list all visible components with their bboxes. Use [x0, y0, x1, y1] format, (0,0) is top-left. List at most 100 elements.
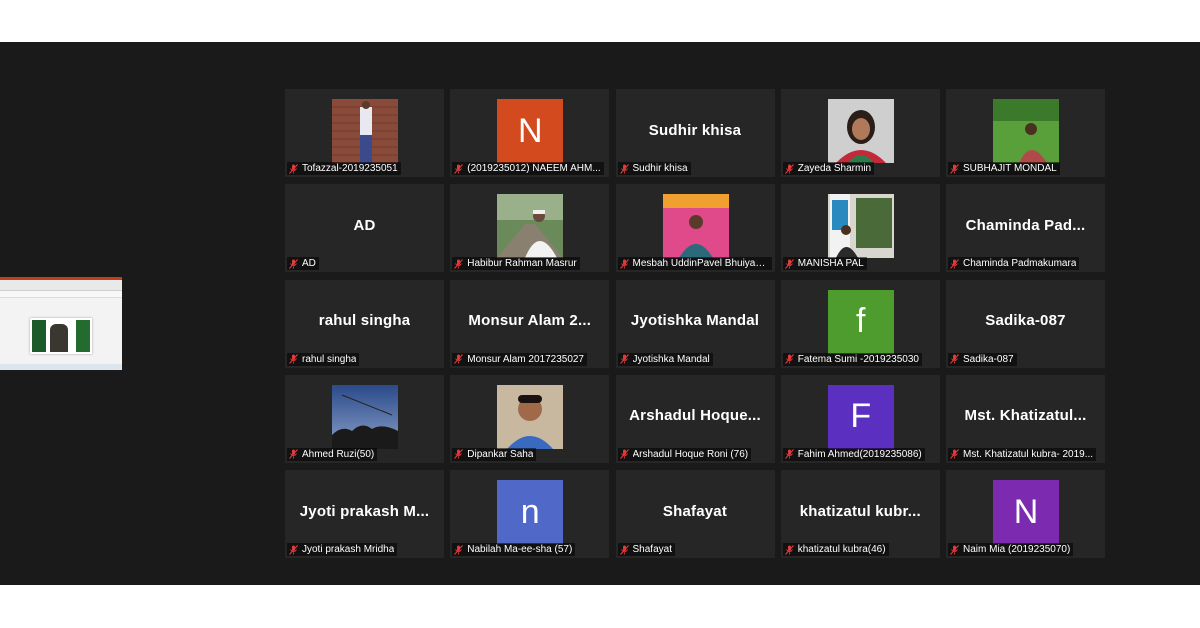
participant-display-name: Mst. Khatizatul...: [952, 375, 1099, 457]
participant-tile[interactable]: MANISHA PAL: [780, 184, 940, 273]
participant-tile[interactable]: SUBHAJIT MONDAL: [946, 89, 1105, 177]
participant-display-name: AD: [291, 184, 438, 266]
participant-name-label: Tofazzal-2019235051: [287, 162, 401, 175]
participant-name: Fahim Ahmed(2019235086): [797, 448, 922, 460]
person-image: [50, 324, 68, 352]
participant-name-label: rahul singha: [287, 352, 360, 366]
participant-name-label: Habibur Rahman Masrur: [452, 257, 580, 271]
participant-display-name: Sudhir khisa: [622, 89, 769, 171]
participant-display-name-text: Monsur Alam 2...: [468, 312, 592, 329]
participant-tile[interactable]: N (2019235012) NAEEM AHM...: [450, 89, 610, 177]
photo-man-smiling: [497, 384, 564, 449]
participant-display-name: Monsur Alam 2...: [456, 280, 603, 362]
participant-name-label: Chaminda Padmakumara: [948, 257, 1080, 271]
participant-grid: Tofazzal-2019235051 N (2019235012) NAEEM A…: [285, 89, 1105, 558]
participant-name-label: Ahmed Ruzi(50): [287, 447, 378, 461]
participant-name: Mesbah UddinPavel Bhuiyan...: [632, 258, 769, 270]
mic-muted-icon: [784, 258, 794, 269]
participant-display-name-text: khatizatul kubr...: [799, 502, 921, 520]
participant-name-label: (2019235012) NAEEM AHM...: [452, 162, 604, 175]
participant-name: AD: [302, 258, 316, 270]
participant-name: Sadika-087: [963, 353, 1014, 365]
participant-name: SUBHAJIT MONDAL: [963, 163, 1057, 174]
mic-muted-icon: [784, 449, 794, 460]
participant-name: rahul singha: [302, 353, 357, 365]
participant-tile[interactable]: Jyotishka Mandal Jyotishka Mandal: [615, 279, 775, 368]
participant-name: khatizatul kubra(46): [797, 544, 886, 555]
mic-muted-icon: [950, 449, 959, 460]
participant-name: Zayeda Sharmin: [797, 163, 872, 174]
mic-muted-icon: [619, 449, 629, 460]
participant-name: Naim Mia (2019235070): [963, 544, 1071, 555]
participant-display-name: Chaminda Pad...: [952, 184, 1099, 266]
participant-tile[interactable]: Dipankar Saha: [450, 374, 610, 463]
participant-tile[interactable]: F Fahim Ahmed(2019235086): [780, 374, 940, 463]
participant-display-name: Shafayat: [622, 470, 769, 552]
participant-name-label: Sudhir khisa: [617, 162, 691, 175]
share-ribbon: [0, 280, 122, 291]
photo-dusk-sky: [332, 384, 398, 449]
participant-tile[interactable]: khatizatul kubr... khatizatul kubra(46): [780, 470, 940, 558]
participant-name-label: Fahim Ahmed(2019235086): [782, 447, 925, 461]
participant-tile[interactable]: f Fatema Sumi -2019235030: [780, 279, 940, 368]
participant-tile[interactable]: Zayeda Sharmin: [780, 89, 940, 177]
avatar: N: [993, 480, 1059, 544]
participant-name-label: Mst. Khatizatul kubra- 2019...: [948, 447, 1097, 461]
participant-name: MANISHA PAL: [797, 258, 864, 270]
flag-image: [76, 320, 90, 352]
participant-name-label: Sadika-087: [948, 352, 1017, 366]
participant-name: Sudhir khisa: [632, 163, 688, 174]
mic-muted-icon: [454, 354, 464, 364]
participant-display-name-text: Arshadul Hoque...: [629, 407, 761, 425]
participant-tile[interactable]: Habibur Rahman Masrur: [450, 184, 610, 273]
participant-display-name-text: Sadika-087: [985, 312, 1066, 329]
participant-name: Fatema Sumi -2019235030: [797, 353, 919, 365]
participant-name-label: Arshadul Hoque Roni (76): [617, 447, 752, 461]
participant-name: Tofazzal-2019235051: [302, 163, 398, 174]
photo-green-field: [993, 99, 1059, 163]
participant-name-label: Zayeda Sharmin: [782, 162, 875, 175]
participant-tile[interactable]: N Naim Mia (2019235070): [946, 470, 1105, 558]
participant-tile[interactable]: Ahmed Ruzi(50): [285, 374, 444, 463]
mic-muted-icon: [454, 449, 464, 460]
participant-tile[interactable]: AD AD: [285, 184, 444, 273]
participant-tile[interactable]: Arshadul Hoque... Arshadul Hoque Roni (76…: [615, 374, 775, 463]
participant-name-label: Fatema Sumi -2019235030: [782, 352, 922, 366]
participant-tile[interactable]: Sadika-087 Sadika-087: [946, 279, 1105, 368]
participant-tile[interactable]: Mesbah UddinPavel Bhuiyan...: [615, 184, 775, 273]
participant-name-label: Shafayat: [617, 543, 675, 556]
participant-tile[interactable]: Chaminda Pad... Chaminda Padmakumara: [946, 184, 1105, 273]
participant-name-label: Nabilah Ma-ee-sha (57): [452, 543, 576, 556]
avatar: f: [827, 289, 894, 354]
participant-display-name-text: Sudhir khisa: [648, 121, 742, 139]
participant-tile[interactable]: Mst. Khatizatul... Mst. Khatizatul kubra-…: [946, 374, 1105, 463]
flag-image: [32, 320, 46, 352]
participant-tile[interactable]: Tofazzal-2019235051: [285, 89, 444, 177]
mic-muted-icon: [289, 449, 298, 460]
participant-tile[interactable]: Sudhir khisa Sudhir khisa: [615, 89, 775, 177]
participant-display-name-text: Chaminda Pad...: [965, 216, 1086, 234]
mic-muted-icon: [289, 544, 298, 555]
mic-muted-icon: [950, 258, 959, 269]
participant-tile[interactable]: Shafayat Shafayat: [615, 470, 775, 558]
participant-tile[interactable]: Jyoti prakash M... Jyoti prakash Mridha: [285, 470, 444, 558]
mic-muted-icon: [784, 163, 794, 174]
participant-display-name: Arshadul Hoque...: [622, 375, 769, 457]
participant-display-name-text: Jyotishka Mandal: [630, 312, 760, 329]
participant-tile[interactable]: Monsur Alam 2... Monsur Alam 2017235027: [450, 279, 610, 368]
participant-name-label: AD: [287, 257, 319, 271]
participant-tile[interactable]: n Nabilah Ma-ee-sha (57): [450, 470, 610, 558]
mic-muted-icon: [619, 258, 629, 269]
avatar: n: [497, 480, 564, 544]
mic-muted-icon: [289, 163, 298, 174]
screen-share-thumbnail[interactable]: [0, 277, 122, 370]
mic-muted-icon: [784, 544, 794, 555]
participant-name: Ahmed Ruzi(50): [302, 448, 375, 460]
photo-woman: [827, 99, 894, 163]
share-taskbar: [0, 364, 122, 370]
participant-display-name-text: Jyoti prakash M...: [299, 502, 430, 520]
participant-display-name: Sadika-087: [952, 280, 1099, 362]
mic-muted-icon: [289, 354, 298, 364]
participant-tile[interactable]: rahul singha rahul singha: [285, 279, 444, 368]
participant-display-name-text: rahul singha: [318, 312, 411, 329]
